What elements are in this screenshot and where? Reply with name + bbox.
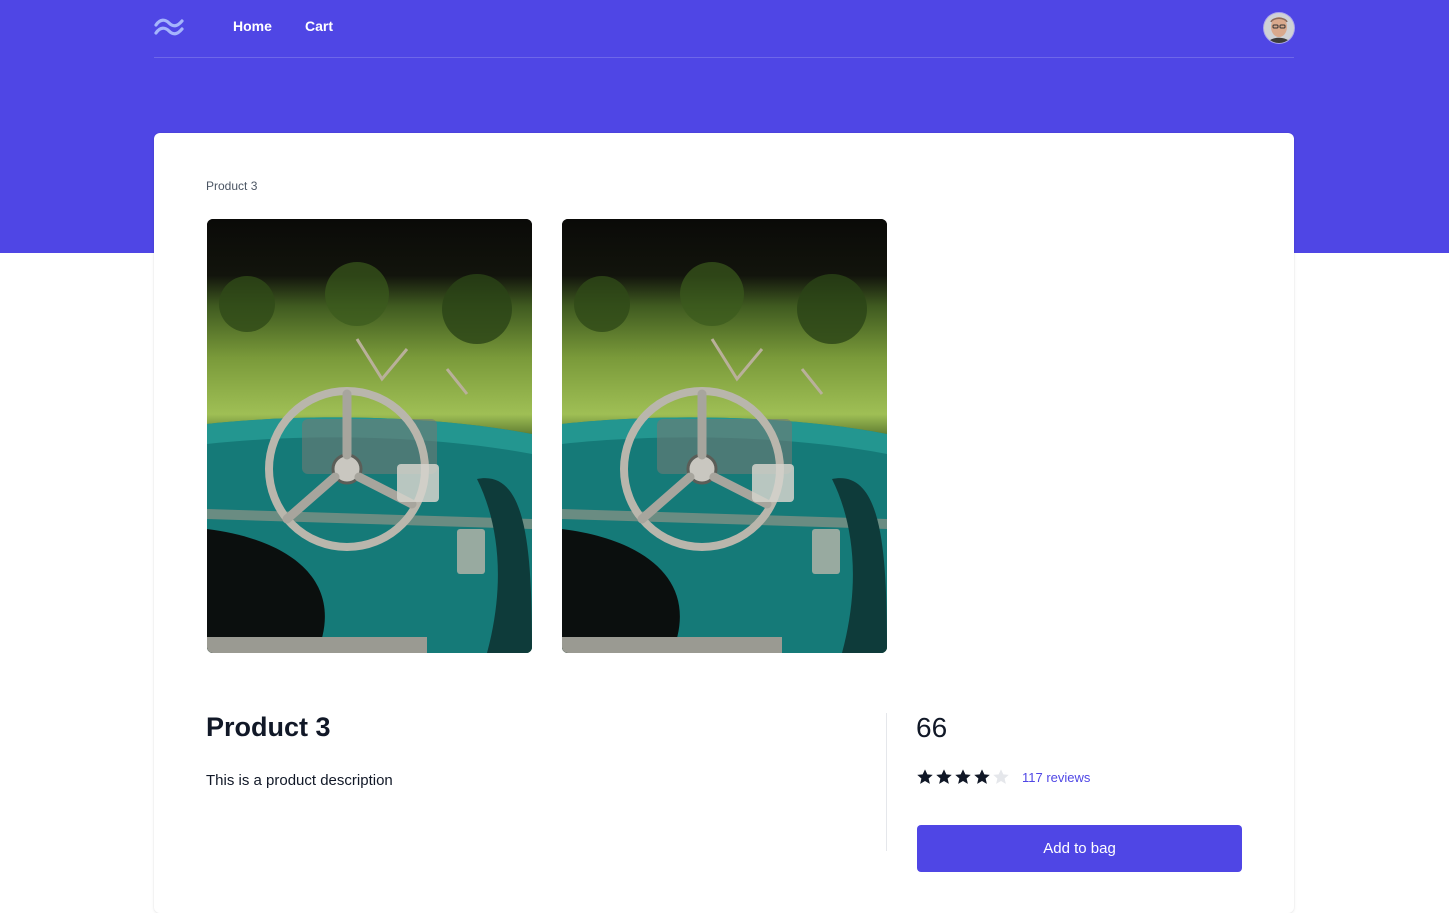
logo-icon[interactable] bbox=[154, 16, 184, 38]
star-empty-icon bbox=[993, 769, 1009, 784]
reviews-link[interactable]: 117 reviews bbox=[1022, 770, 1090, 785]
nav-link-cart[interactable]: Cart bbox=[305, 18, 333, 34]
product-price: 66 bbox=[916, 712, 948, 743]
product-image-1[interactable] bbox=[207, 219, 532, 653]
breadcrumb: Product 3 bbox=[206, 179, 258, 193]
star-filled-icon bbox=[936, 769, 952, 784]
column-divider bbox=[886, 713, 887, 851]
product-description: This is a product description bbox=[206, 772, 393, 789]
product-image-2[interactable] bbox=[562, 219, 887, 653]
top-navigation: Home Cart bbox=[154, 0, 1294, 58]
add-to-bag-button[interactable]: Add to bag bbox=[917, 825, 1242, 872]
product-title: Product 3 bbox=[206, 712, 331, 742]
rating-stars bbox=[916, 768, 1010, 788]
avatar[interactable] bbox=[1264, 13, 1294, 43]
star-filled-icon bbox=[974, 769, 990, 784]
product-card: Product 3 Product 3 This is a product de… bbox=[154, 133, 1294, 913]
nav-link-home[interactable]: Home bbox=[233, 18, 272, 34]
star-filled-icon bbox=[955, 769, 971, 784]
star-filled-icon bbox=[917, 769, 933, 784]
